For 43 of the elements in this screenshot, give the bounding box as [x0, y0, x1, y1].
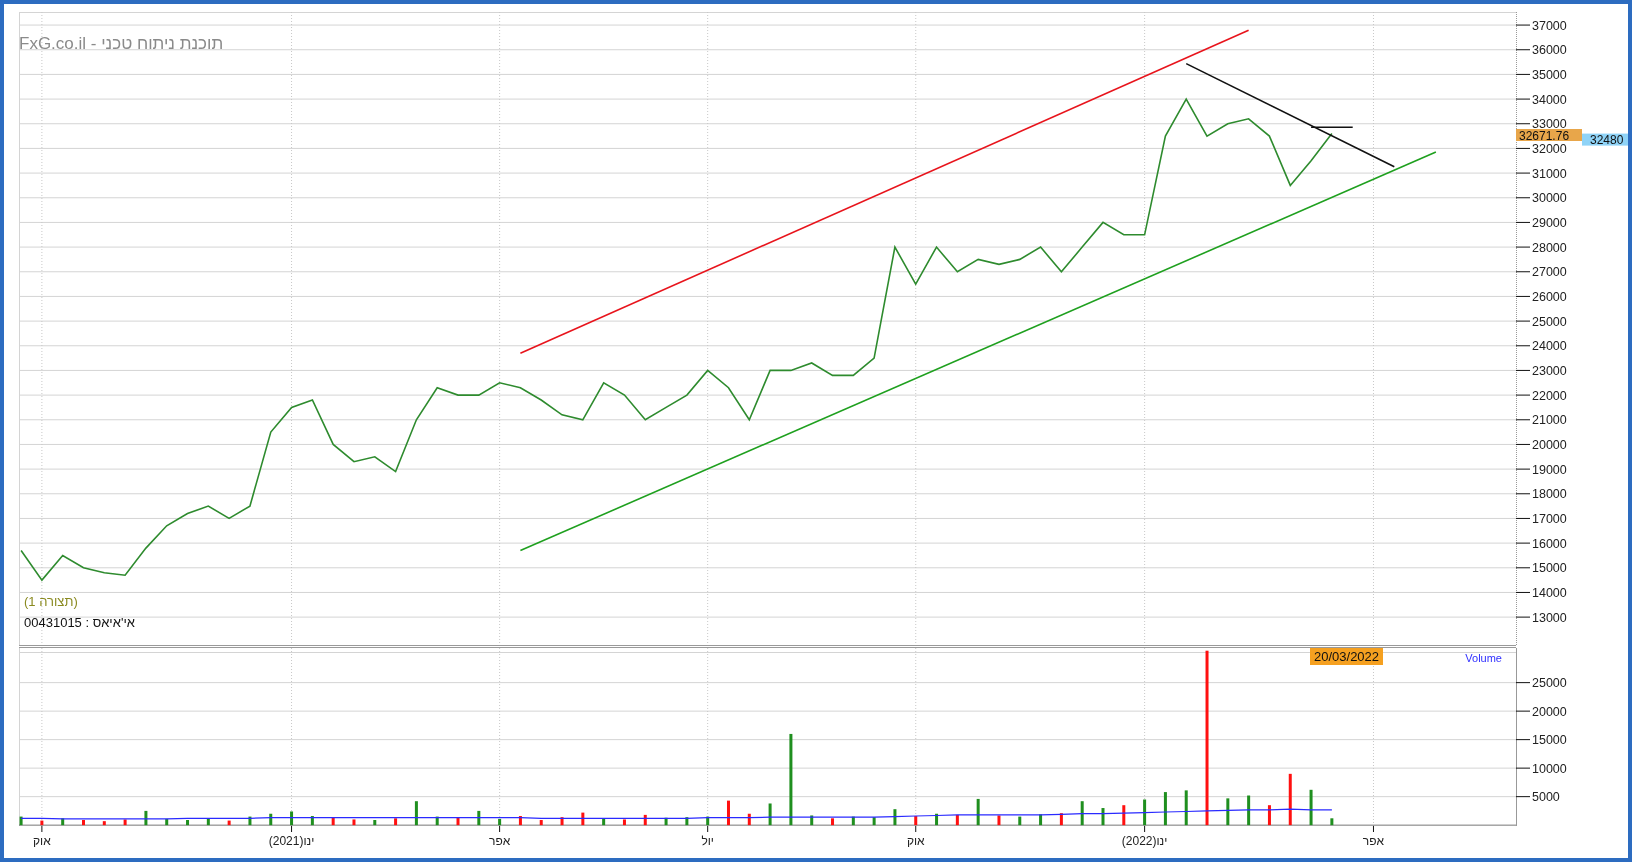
price-label: 32480 [1582, 133, 1628, 148]
axis-tick-label: 14000 [1532, 585, 1567, 600]
axis-tick-label: 27000 [1532, 265, 1567, 280]
layout-label: (תצורה 1) [24, 594, 78, 609]
axis-tick-label: 15000 [1532, 561, 1567, 576]
axis-tick-label: 25000 [1532, 314, 1567, 329]
axis-tick-label: 30000 [1532, 191, 1567, 206]
axis-tick-label: אפר [489, 834, 511, 848]
axis-tick-label: 10000 [1532, 761, 1567, 776]
axis-tick-label: 31000 [1532, 166, 1567, 181]
axis-tick-label: 34000 [1532, 92, 1567, 107]
axis-tick-label: 36000 [1532, 43, 1567, 58]
axis-tick-label: 37000 [1532, 18, 1567, 33]
axis-tick-label: 25000 [1532, 676, 1567, 691]
axis-tick-label: 17000 [1532, 511, 1567, 526]
app-title: תוכנת ניתוח טכני - FxG.co.il [19, 34, 224, 54]
axis-tick-label: 26000 [1532, 289, 1567, 304]
axis-tick-label: 22000 [1532, 388, 1567, 403]
axis-tick-label: אפר [1362, 834, 1385, 848]
axis-tick-label: ינו(2021) [268, 834, 315, 848]
axis-tick-label: ינו(2022) [1121, 834, 1168, 848]
axis-tick-label: 16000 [1532, 536, 1567, 551]
axis-tick-label: 24000 [1532, 339, 1567, 354]
axis-tick-label: אוק [906, 834, 925, 848]
axis-tick-label: 19000 [1532, 462, 1567, 477]
date-label: 20/03/2022 [1310, 648, 1384, 665]
axis-tick-label: 23000 [1532, 363, 1567, 378]
volume-label: Volume [1465, 652, 1502, 664]
axis-tick-label: אוק [33, 834, 51, 848]
axis-tick-label: 21000 [1532, 413, 1567, 428]
axis-tick-label: 18000 [1532, 487, 1567, 502]
axis-tick-label: 15000 [1532, 733, 1567, 748]
axis-tick-label: 28000 [1532, 240, 1567, 255]
security-label: אי'איאס : 00431015 [24, 615, 135, 630]
axis-tick-label: 5000 [1532, 790, 1560, 805]
axis-tick-label: 20000 [1532, 704, 1567, 719]
axis-tick-label: 29000 [1532, 215, 1567, 230]
axis-tick-label: יול [701, 834, 714, 848]
axis-tick-label: 20000 [1532, 437, 1567, 452]
axis-tick-label: 13000 [1532, 610, 1567, 625]
axis-tick-label: 32000 [1532, 141, 1567, 156]
price-label: 32671.76 [1516, 128, 1582, 143]
axis-tick-label: 35000 [1532, 67, 1567, 82]
